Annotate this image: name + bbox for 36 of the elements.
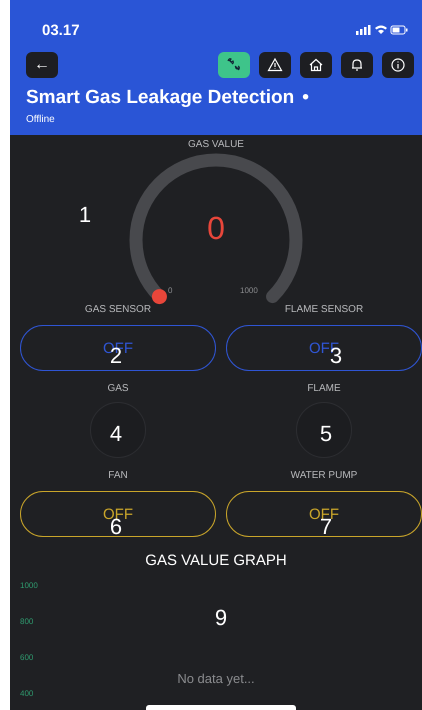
annotation-number: 1 [78,202,92,228]
y-tick-label: 400 [20,689,34,698]
empty-message: No data yet... [176,671,256,686]
wrench-tab[interactable] [218,52,250,78]
switch-label: WATER PUMP [290,470,358,481]
bell-icon [349,57,365,73]
gauge-label: GAS VALUE [188,139,244,150]
y-tick-label: 600 [20,653,34,662]
gauge-max: 1000 [240,286,258,295]
gauge-reading: 0 [206,210,226,247]
y-tick-label: 800 [20,617,34,626]
annotation-number: 5 [320,421,332,447]
info-tab[interactable] [382,52,414,78]
switch-label: FAN [108,470,128,481]
led-label: FLAME [307,383,341,394]
annotation-number: 9 [214,605,228,631]
annotation-number: 4 [110,421,122,447]
y-tick-label: 1000 [20,581,38,590]
info-icon [390,57,406,73]
switch-label: GAS SENSOR [84,304,152,315]
home-tab[interactable] [300,52,332,78]
device-title: Smart Gas Leakage Detection [26,87,294,109]
warning-icon [267,57,283,73]
status-time: 03.17 [42,22,80,38]
bell-tab[interactable] [341,52,373,78]
connection-status: Offline [26,114,55,125]
status-dot: • [302,87,309,109]
switch-label: FLAME SENSOR [284,304,364,315]
graph-title: GAS VALUE GRAPH [145,552,287,569]
home-icon [308,57,324,73]
warning-tab[interactable] [259,52,291,78]
gauge-min: 0 [168,286,172,295]
gauge-knob [152,289,167,304]
led-label: GAS [107,383,129,394]
back-button[interactable]: ← [26,52,58,78]
status-icons [356,24,408,36]
